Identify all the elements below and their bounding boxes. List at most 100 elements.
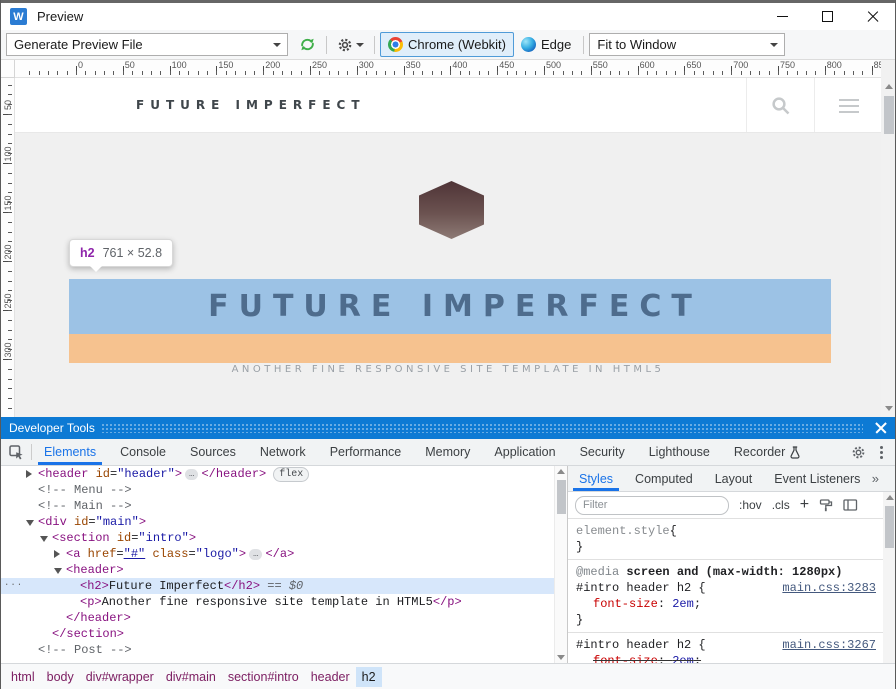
more-tabs-chevron[interactable]: »	[872, 471, 879, 486]
maximize-button[interactable]	[805, 3, 850, 30]
styles-tab-computed[interactable]: Computed	[624, 466, 704, 491]
styles-tab-event-listeners[interactable]: Event Listeners	[763, 466, 871, 491]
generate-preview-label: Generate Preview File	[14, 37, 143, 52]
expand-arrow-icon[interactable]	[40, 536, 48, 542]
row-gutter-dots: ...	[4, 575, 23, 591]
close-button[interactable]	[850, 3, 895, 30]
expand-arrow-icon[interactable]	[26, 520, 34, 526]
chrome-button-label: Chrome (Webkit)	[408, 37, 506, 52]
tree-row[interactable]: <div id="main">	[1, 514, 567, 530]
expand-arrow-icon[interactable]	[26, 470, 32, 478]
maximize-icon	[822, 11, 833, 22]
hov-toggle[interactable]: :hov	[739, 498, 762, 512]
crumb-header[interactable]: header	[305, 667, 356, 687]
stylesheet-link[interactable]: main.css:3283	[782, 580, 876, 596]
scrollbar-thumb[interactable]	[557, 480, 566, 514]
edge-logo-icon	[521, 37, 536, 52]
crumb-div-main[interactable]: div#main	[160, 667, 222, 687]
expand-ellipsis-button[interactable]: …	[185, 469, 198, 480]
tooltip-tag: h2	[80, 246, 95, 260]
tree-row[interactable]: <p>Another fine responsive site template…	[1, 594, 567, 610]
css-property[interactable]: font-size: 2em;	[576, 596, 876, 612]
minimize-button[interactable]	[760, 3, 805, 30]
hexagon-logo[interactable]	[419, 181, 484, 239]
site-logo[interactable]: FUTURE IMPERFECT	[136, 98, 366, 112]
toolbar-separator	[583, 36, 584, 54]
crumb-div-wrapper[interactable]: div#wrapper	[80, 667, 160, 687]
tab-console[interactable]: Console	[108, 439, 178, 465]
tab-lighthouse[interactable]: Lighthouse	[637, 439, 722, 465]
cls-toggle[interactable]: .cls	[772, 498, 790, 512]
tree-row[interactable]: <!-- Menu -->	[1, 482, 567, 498]
scroll-up-icon[interactable]	[886, 495, 894, 500]
gear-icon	[337, 37, 353, 53]
elements-panel: <header id="header">…</header>flex<!-- M…	[1, 466, 567, 663]
css-property[interactable]: font-size: 2em;	[576, 653, 876, 663]
tree-row[interactable]: </section>	[1, 626, 567, 642]
site-subtitle: ANOTHER FINE RESPONSIVE SITE TEMPLATE IN…	[15, 364, 881, 375]
tree-row[interactable]: </header>	[1, 610, 567, 626]
close-icon	[867, 11, 879, 23]
app-icon: W	[10, 8, 27, 25]
preview-scrollbar[interactable]	[881, 60, 895, 417]
generate-preview-combo[interactable]: Generate Preview File	[6, 33, 288, 56]
zoom-mode-combo[interactable]: Fit to Window	[589, 33, 785, 56]
menu-icon[interactable]	[839, 99, 859, 117]
tab-sources[interactable]: Sources	[178, 439, 248, 465]
tab-network[interactable]: Network	[248, 439, 318, 465]
settings-button[interactable]	[332, 33, 369, 56]
scroll-up-icon[interactable]	[885, 84, 893, 89]
tree-row[interactable]: <header id="header">…</header>flex	[1, 466, 567, 482]
tab-security[interactable]: Security	[568, 439, 637, 465]
tree-row[interactable]: <section id="intro">	[1, 530, 567, 546]
styles-scrollbar[interactable]	[883, 492, 896, 663]
css-rule-block: element.style {}	[568, 519, 884, 560]
scroll-down-icon[interactable]	[557, 655, 565, 660]
paint-roller-icon[interactable]	[819, 498, 833, 512]
tree-row[interactable]: <header>	[1, 562, 567, 578]
scrollbar-thumb[interactable]	[884, 96, 894, 134]
h-ruler: 0501001502002503003504004505005506006507…	[15, 60, 881, 78]
stylesheet-link[interactable]: main.css:3267	[782, 637, 876, 653]
crumb-body[interactable]: body	[41, 667, 80, 687]
tree-row[interactable]: <!-- Main -->	[1, 498, 567, 514]
crumb-section-intro[interactable]: section#intro	[222, 667, 305, 687]
chrome-webkit-button[interactable]: Chrome (Webkit)	[380, 32, 514, 57]
search-icon[interactable]	[771, 96, 791, 116]
inspect-element-button[interactable]	[1, 439, 31, 465]
scroll-down-icon[interactable]	[885, 406, 893, 411]
elements-scrollbar[interactable]	[554, 466, 567, 663]
ruler-corner	[1, 60, 15, 78]
refresh-button[interactable]	[294, 33, 321, 56]
edge-button[interactable]: Edge	[514, 33, 578, 56]
tree-row[interactable]: <a href="#" class="logo">…</a>	[1, 546, 567, 562]
tree-row[interactable]: ...<h2>Future Imperfect</h2> == $0	[1, 578, 567, 594]
tab-elements[interactable]: Elements	[32, 439, 108, 465]
titlebar-dots	[101, 423, 863, 433]
styles-filter-input[interactable]	[575, 496, 729, 515]
dock-side-icon[interactable]	[843, 498, 858, 512]
new-style-rule-button[interactable]: +	[800, 498, 809, 512]
kebab-menu-icon[interactable]	[880, 451, 883, 454]
styles-tab-layout[interactable]: Layout	[704, 466, 764, 491]
tree-row[interactable]: <!-- Post -->	[1, 642, 567, 658]
expand-ellipsis-button[interactable]: …	[249, 549, 262, 560]
devtools-body: <header id="header">…</header>flex<!-- M…	[1, 466, 895, 663]
expand-arrow-icon[interactable]	[54, 568, 62, 574]
crumb-h2[interactable]: h2	[356, 667, 382, 687]
flex-badge[interactable]: flex	[273, 467, 309, 482]
styles-tab-styles[interactable]: Styles	[568, 466, 624, 491]
expand-arrow-icon[interactable]	[54, 550, 60, 558]
scroll-up-icon[interactable]	[557, 469, 565, 474]
tab-performance[interactable]: Performance	[318, 439, 414, 465]
flask-icon	[789, 446, 801, 459]
devtools-titlebar[interactable]: Developer Tools	[1, 417, 895, 439]
tab-application[interactable]: Application	[482, 439, 567, 465]
styles-panel: StylesComputedLayoutEvent Listeners» :ho…	[567, 466, 896, 663]
crumb-html[interactable]: html	[5, 667, 41, 687]
tab-memory[interactable]: Memory	[413, 439, 482, 465]
devtools-settings-gear-icon[interactable]	[851, 445, 866, 460]
scrollbar-thumb[interactable]	[885, 506, 894, 548]
devtools-close-icon[interactable]	[874, 421, 888, 435]
tab-recorder[interactable]: Recorder	[722, 439, 813, 465]
